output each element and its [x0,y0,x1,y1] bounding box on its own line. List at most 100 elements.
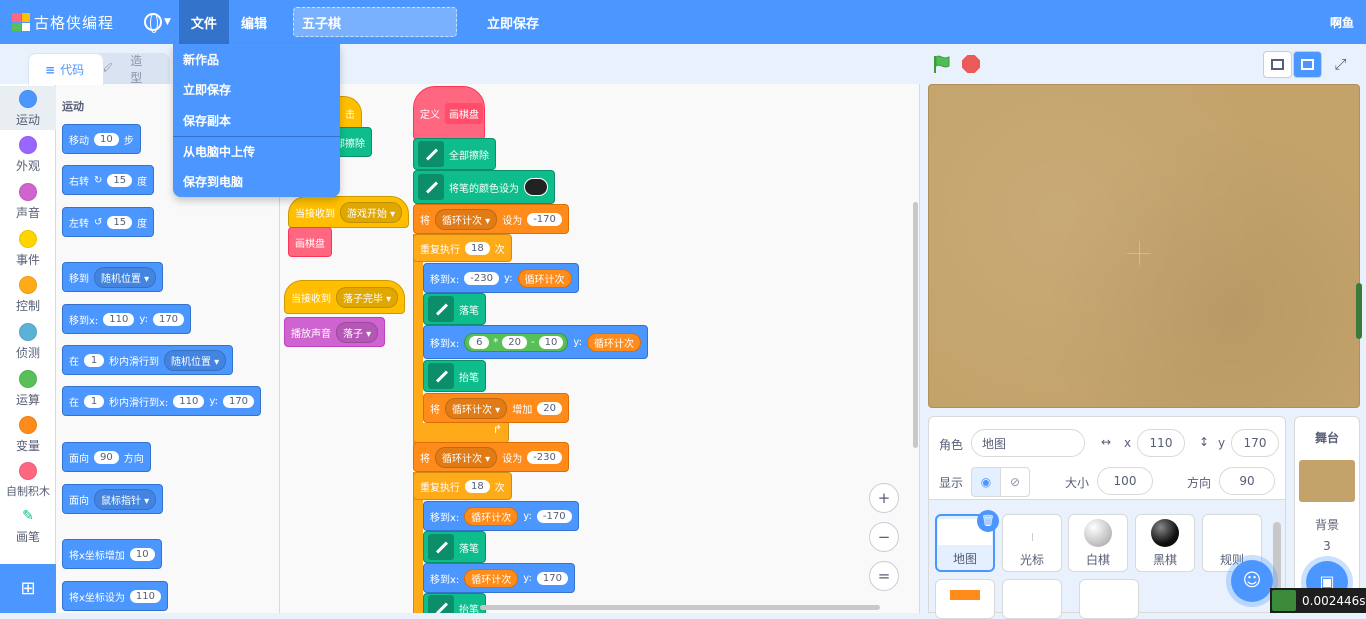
menu-item-save-copy[interactable]: 保存副本 [173,105,340,136]
block-dropdown[interactable]: 循环计次 [435,208,498,230]
project-title-input[interactable] [292,7,457,37]
block-input[interactable]: 18 [465,241,490,255]
add-extension-button[interactable]: ⊞ [0,564,56,613]
block-input[interactable]: 18 [465,479,490,493]
sprite-tile-7[interactable] [1002,579,1062,619]
size-input[interactable]: 100 [1097,467,1153,495]
category-motion[interactable]: 运动 [0,86,56,130]
stage-canvas[interactable] [928,84,1360,408]
delete-sprite-button[interactable]: 🗑 [977,510,999,532]
sprite-tile-map[interactable]: 地图 🗑 [935,510,999,572]
block-goto[interactable]: 移到 随机位置 [62,262,164,292]
block-move[interactable]: 移动 10 步 [62,124,141,154]
show-hidden-button[interactable]: ⊘ [1000,467,1030,497]
block-variable-reporter[interactable]: 循环计次 [464,568,519,588]
block-input[interactable]: 20 [537,401,562,415]
block-goto-xy[interactable]: 移到x: 循环计次 y: -170 [423,501,579,531]
block-input[interactable]: 90 [94,450,119,464]
sprite-name-input[interactable] [971,429,1085,457]
block-goto-xy[interactable]: 移到x: 110 y: 170 [62,304,192,334]
block-set-x[interactable]: 将x坐标设为 110 [62,581,169,611]
category-variables[interactable]: 变量 [0,416,56,454]
x-input[interactable]: 110 [1137,429,1185,457]
block-variable-reporter[interactable]: 循环计次 [464,506,519,526]
save-now-button[interactable]: 立即保存 [487,13,539,32]
category-sound[interactable]: 声音 [0,183,56,221]
block-dropdown[interactable]: 循环计次 [445,397,508,419]
show-visible-button[interactable]: ◉ [971,467,1001,497]
file-menu[interactable]: 文件 [178,0,229,44]
block-input[interactable]: 110 [129,589,162,603]
block-dropdown[interactable]: 随机位置 [164,349,227,371]
block-input[interactable]: -170 [527,212,562,226]
block-turn-right[interactable]: 右转 ↻ 15 度 [62,165,155,195]
zoom-out-button[interactable]: − [869,522,899,552]
block-glide[interactable]: 在 1 秒内滑行到 随机位置 [62,345,234,375]
block-input[interactable]: -230 [464,271,499,285]
add-sprite-button[interactable]: ☺ [1231,560,1273,602]
block-change-x[interactable]: 将x坐标增加 10 [62,539,162,569]
block-call-draw-board[interactable]: 画棋盘 [288,227,332,257]
logo[interactable]: 古格侠编程 [12,12,130,33]
category-sensing[interactable]: 侦测 [0,323,56,361]
edit-menu[interactable]: 编辑 [229,0,279,44]
horizontal-scrollbar[interactable] [480,605,880,610]
direction-input[interactable]: 90 [1219,467,1275,495]
block-dropdown[interactable]: 落子完毕 [336,286,399,308]
stage-resize-handle[interactable] [1356,283,1362,339]
sprite-tile-8[interactable] [1079,579,1139,619]
block-turn-left[interactable]: 左转 ↺ 15 度 [62,207,155,237]
sprite-tile-6[interactable] [935,579,995,619]
user-name[interactable]: 啊鱼 [1330,14,1354,31]
block-point-towards[interactable]: 面向 鼠标指针 [62,484,164,514]
block-pen-up[interactable]: 抬笔 [423,593,486,613]
zoom-in-button[interactable]: + [869,483,899,513]
zoom-reset-button[interactable]: = [869,561,899,591]
sprite-tile-black-stone[interactable]: 黑棋 [1135,514,1195,572]
block-input[interactable]: 6 [469,335,490,349]
block-input[interactable]: 1 [84,394,104,408]
block-input[interactable]: 15 [107,215,133,229]
block-pen-down[interactable]: 落笔 [423,531,486,563]
operator-reporter[interactable]: 6 * 20-10 [464,332,569,352]
block-set-pen-color[interactable]: 将笔的颜色设为 [413,170,555,204]
block-input[interactable]: 170 [222,394,255,408]
category-events[interactable]: 事件 [0,230,56,268]
category-looks[interactable]: 外观 [0,136,56,174]
menu-item-new[interactable]: 新作品 [173,44,340,75]
block-input[interactable]: 10 [94,132,119,146]
menu-item-download[interactable]: 保存到电脑 [173,166,340,197]
block-goto-xy-expression[interactable]: 移到x: 6 * 20-10 y: 循环计次 [423,325,648,359]
block-change-variable[interactable]: 将循环计次增加 20 [423,393,569,423]
fullscreen-button[interactable]: ⤢ [1326,51,1355,78]
tab-code[interactable]: ≡ 代码 [28,53,104,85]
block-set-variable[interactable]: 将循环计次设为 -170 [413,204,569,234]
category-operators[interactable]: 运算 [0,370,56,408]
category-control[interactable]: 控制 [0,276,56,314]
block-variable-reporter[interactable]: 循环计次 [586,332,641,352]
block-input[interactable]: 170 [536,571,568,585]
block-input[interactable]: 110 [103,312,135,326]
sprite-list-scrollbar[interactable] [1273,522,1281,592]
block-pen-up[interactable]: 抬笔 [423,360,486,392]
block-repeat[interactable]: 重复执行 18 次 [413,472,512,500]
block-dropdown[interactable]: 鼠标指针 [94,488,157,510]
menu-item-upload[interactable]: 从电脑中上传 [173,135,340,167]
block-input[interactable]: 10 [129,547,155,561]
block-pen-down[interactable]: 落笔 [423,293,486,325]
block-point[interactable]: 面向 90 方向 [62,442,151,472]
category-pen[interactable]: ✎ 画笔 [0,508,56,545]
block-set-variable[interactable]: 将循环计次设为 -230 [413,442,569,472]
block-variable-reporter[interactable]: 循环计次 [517,268,572,288]
block-dropdown[interactable]: 随机位置 [94,266,157,288]
block-dropdown[interactable]: 循环计次 [435,446,498,468]
block-glide-xy[interactable]: 在 1 秒内滑行到x: 110 y: 170 [62,386,262,416]
language-menu[interactable]: ▼ [130,0,179,44]
large-stage-button[interactable] [1293,51,1322,78]
block-goto-xy[interactable]: 移到x: 循环计次 y: 170 [423,563,575,593]
block-input[interactable]: 15 [107,173,133,187]
block-when-receive-game-start[interactable]: 当接收到 游戏开始 [288,196,410,228]
block-input[interactable]: 10 [538,335,564,349]
stop-icon[interactable] [962,55,980,73]
sprite-tile-cursor[interactable]: 光标 [1002,514,1062,572]
